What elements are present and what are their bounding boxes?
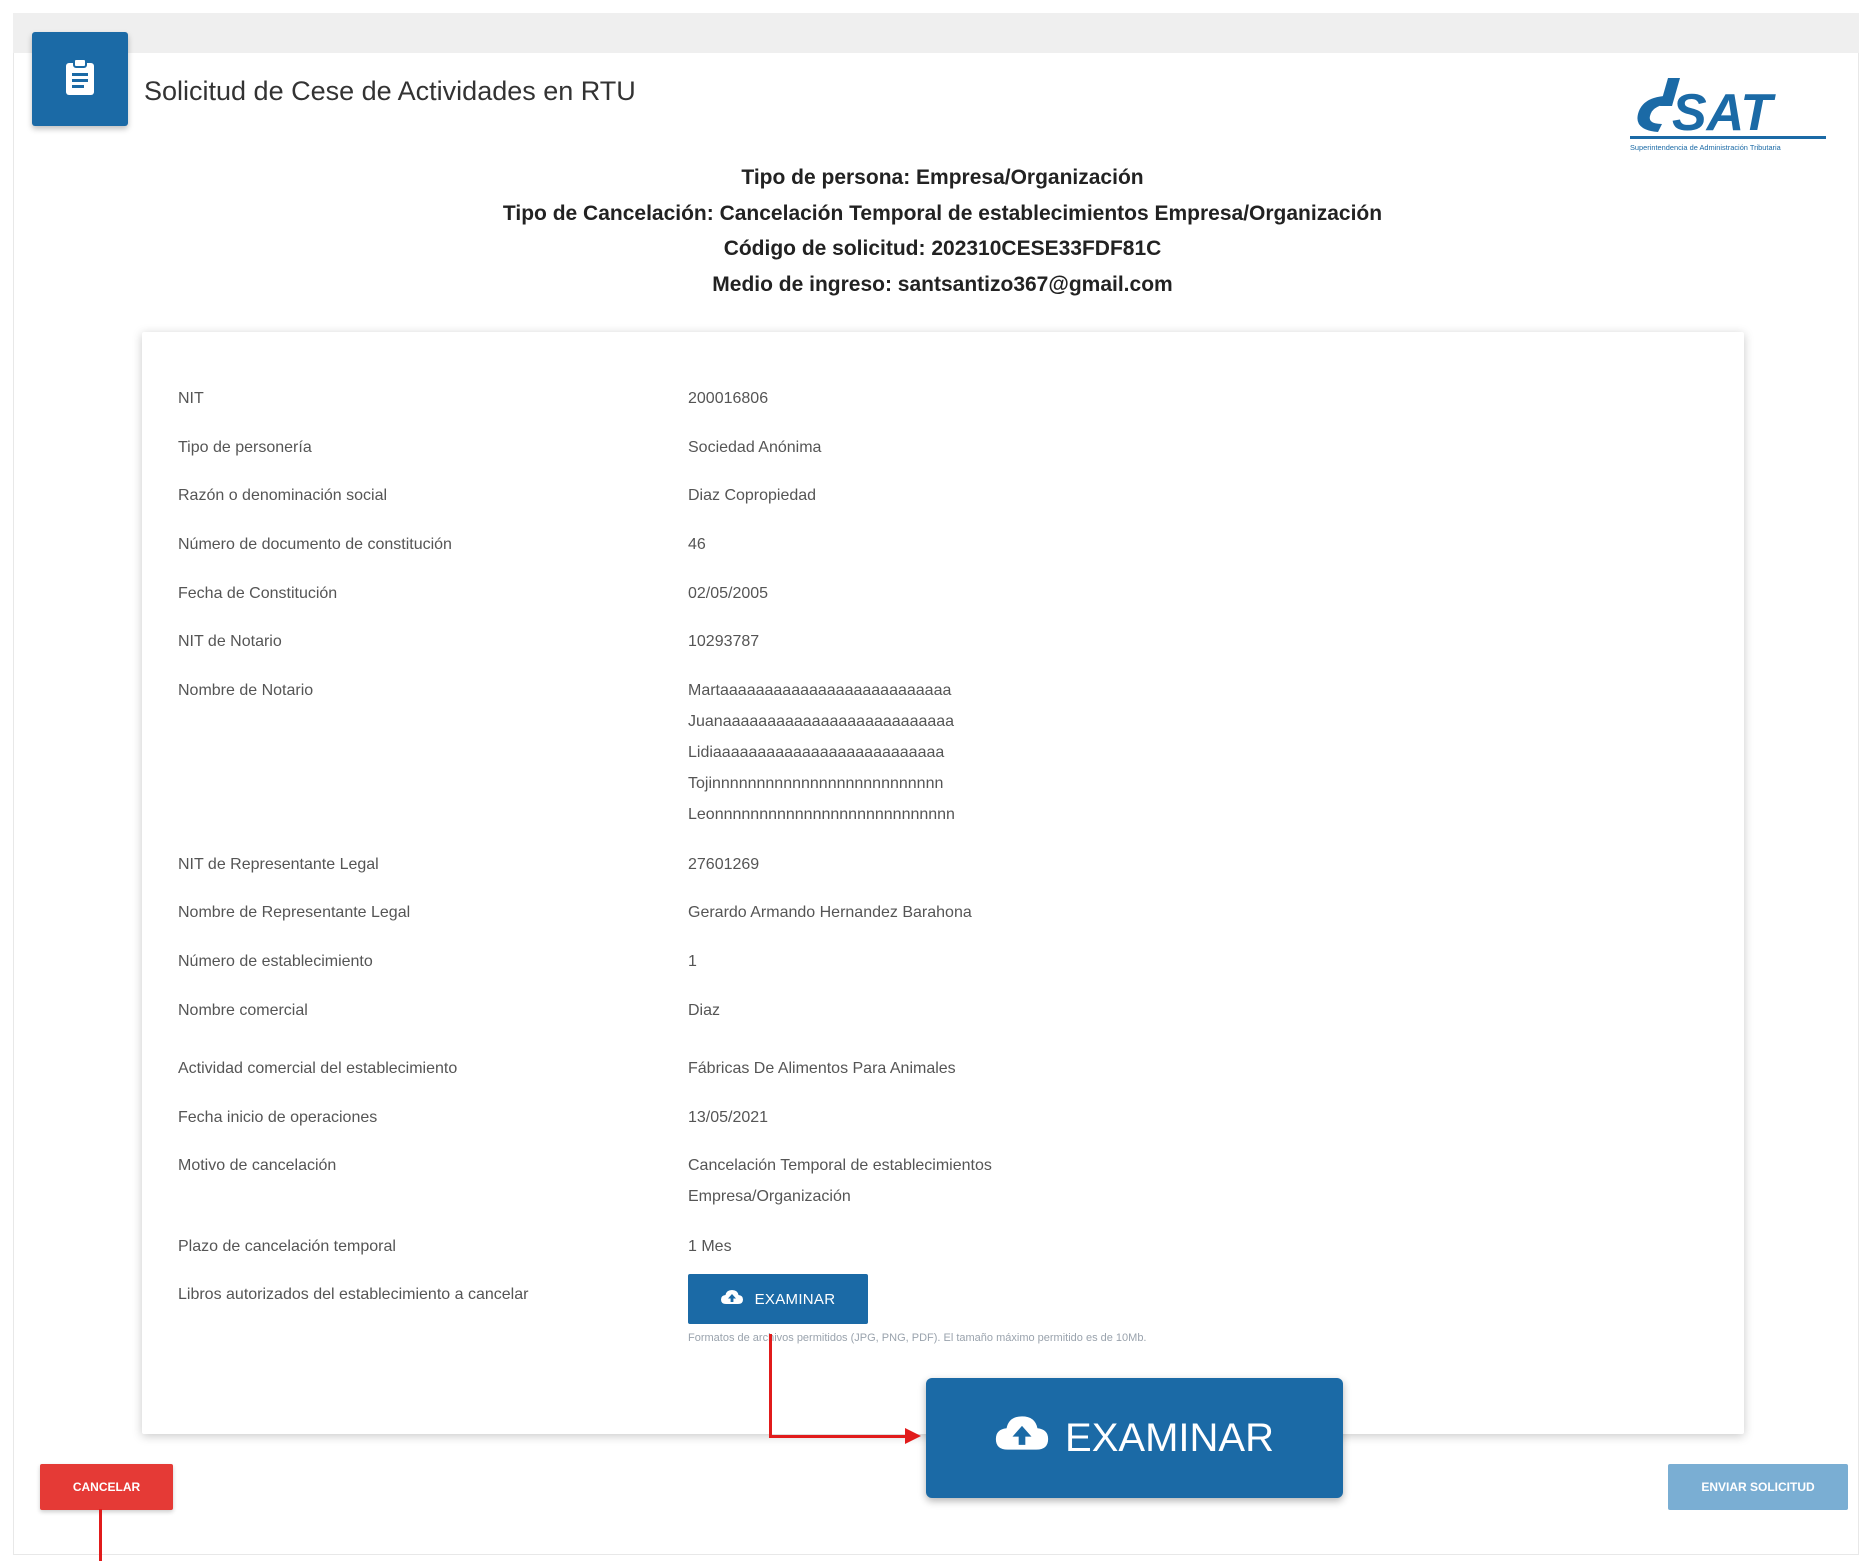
- tipo-cancelacion: Tipo de Cancelación: Cancelación Tempora…: [502, 201, 1383, 225]
- medio-ingreso: Medio de ingreso: santsantizo367@gmail.c…: [712, 272, 1173, 296]
- cloud-upload-icon: [720, 1289, 743, 1309]
- codigo-solicitud: Código de solicitud: 202310CESE33FDF81C: [723, 237, 1162, 260]
- annotation-arrow-head: [905, 1428, 921, 1444]
- examinar-zoom-callout: EXAMINAR: [926, 1378, 1343, 1498]
- header-badge: [32, 32, 128, 126]
- examinar-button[interactable]: EXAMINAR: [688, 1274, 868, 1324]
- examinar-label: EXAMINAR: [754, 1290, 836, 1308]
- sat-logo: SAT Superintendencia de Administración T…: [1628, 72, 1828, 158]
- request-summary: Tipo de persona: Empresa/Organización Ti…: [400, 160, 1485, 302]
- details-card: NIT 200016806 Tipo de personería Sociedad …: [142, 332, 1744, 1434]
- submit-request-button[interactable]: ENVIAR SOLICITUD: [1668, 1464, 1848, 1510]
- page-title: Solicitud de Cese de Actividades en RTU: [144, 76, 636, 106]
- callout-label: EXAMINAR: [1065, 1415, 1274, 1460]
- annotation-arrow-cancel: [99, 1509, 102, 1561]
- logo-subtitle: Superintendencia de Administración Tribu…: [1630, 143, 1782, 152]
- annotation-arrow-vertical: [769, 1334, 772, 1438]
- tipo-persona: Tipo de persona: Empresa/Organización: [741, 166, 1144, 189]
- logo-text: SAT: [1672, 84, 1776, 142]
- cloud-upload-icon: [995, 1414, 1049, 1462]
- clipboard-icon: [64, 57, 96, 101]
- top-strip: [13, 13, 1859, 53]
- cancel-button[interactable]: CANCELAR: [40, 1464, 173, 1510]
- upload-hint: Formatos de archivos permitidos (JPG, PN…: [688, 1332, 1147, 1344]
- annotation-arrow-horizontal: [769, 1435, 907, 1438]
